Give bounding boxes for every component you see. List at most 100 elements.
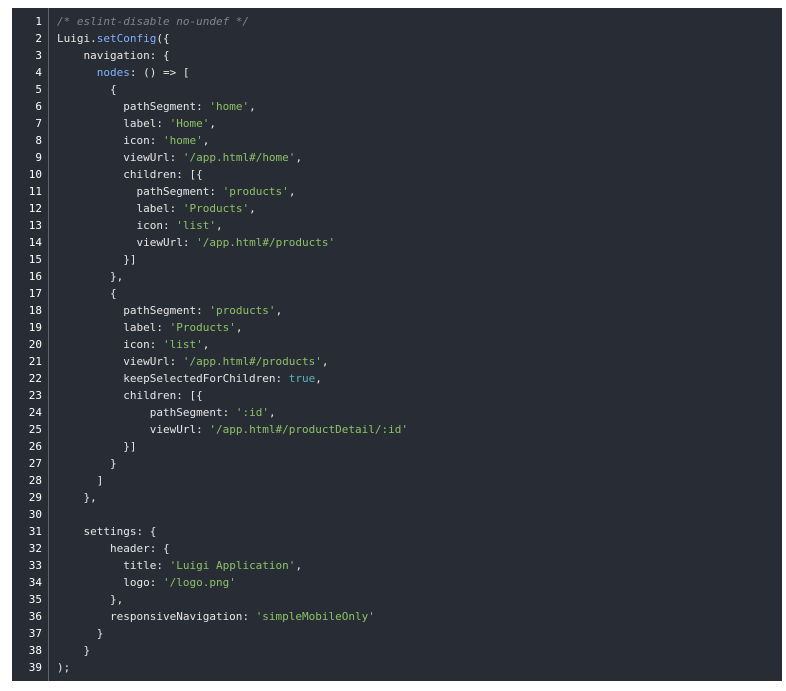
- code-line: viewUrl: '/app.html#/products': [57, 234, 772, 251]
- code-token: :: [149, 134, 163, 147]
- code-line: {: [57, 285, 772, 302]
- code-line: pathSegment: 'products',: [57, 302, 772, 319]
- code-token: :: [196, 304, 210, 317]
- code-token: true: [288, 372, 316, 385]
- code-line: }: [57, 455, 772, 472]
- code-line: },: [57, 268, 772, 285]
- code-token: : {: [136, 525, 157, 538]
- code-line: nodes: () => [: [57, 64, 772, 81]
- code-token: icon: [57, 219, 163, 232]
- code-line: Luigi.setConfig({: [57, 30, 772, 47]
- line-number-gutter: 1 2 3 4 5 6 7 8 9 10 11 12 13 14 15 16 17 18 19 20 21 22 23 24 2…: [12, 13, 48, 676]
- code-token: 'Luigi Application': [169, 559, 296, 572]
- line-number: 2: [35, 32, 42, 45]
- code-line: viewUrl: '/app.html#/productDetail/:id': [57, 421, 772, 438]
- code-token: ,: [249, 202, 256, 215]
- code-token: :: [182, 236, 197, 249]
- code-line: pathSegment: ':id',: [57, 404, 772, 421]
- line-number: 27: [28, 457, 42, 470]
- line-number: 17: [28, 287, 42, 300]
- line-number: 37: [28, 627, 42, 640]
- code-token: },: [57, 491, 97, 504]
- code-token: header: [57, 542, 150, 555]
- line-number: 34: [28, 576, 42, 589]
- line-number: 33: [28, 559, 42, 572]
- line-number: 6: [35, 100, 42, 113]
- code-token: ,: [202, 134, 210, 147]
- code-token: 'simpleMobileOnly': [255, 610, 375, 623]
- code-token: 'Products': [182, 202, 250, 215]
- code-token: }]: [57, 440, 137, 453]
- line-number: 31: [28, 525, 42, 538]
- code-token: }: [57, 627, 104, 640]
- code-token: icon: [57, 338, 150, 351]
- code-line: pathSegment: 'home',: [57, 98, 772, 115]
- code-line: /* eslint-disable no-undef */: [57, 13, 772, 30]
- code-token: ,: [288, 185, 296, 198]
- code-token: title: [57, 559, 157, 572]
- line-number: 24: [28, 406, 42, 419]
- code-token: : {: [149, 542, 170, 555]
- code-line: }: [57, 625, 772, 642]
- gutter-divider: [48, 8, 49, 681]
- code-editor[interactable]: 1 2 3 4 5 6 7 8 9 10 11 12 13 14 15 16 17 18 19 20 21 22 23 24 2…: [12, 8, 782, 681]
- line-number: 23: [28, 389, 42, 402]
- code-token: :: [162, 219, 177, 232]
- code-token: ,: [235, 321, 243, 334]
- code-line: viewUrl: '/app.html#/home',: [57, 149, 772, 166]
- code-token: label: [57, 202, 170, 215]
- code-token: :: [149, 576, 163, 589]
- line-number: 36: [28, 610, 42, 623]
- code-token: :: [196, 100, 210, 113]
- code-line: }: [57, 642, 772, 659]
- code-line: icon: 'home',: [57, 132, 772, 149]
- code-line: responsiveNavigation: 'simpleMobileOnly': [57, 608, 772, 625]
- code-token: ,: [295, 559, 303, 572]
- code-token: '/app.html#/products': [196, 236, 336, 249]
- code-token: {: [57, 83, 117, 96]
- line-number: 9: [35, 151, 42, 164]
- code-token: },: [57, 593, 124, 606]
- code-line: keepSelectedForChildren: true,: [57, 370, 772, 387]
- code-line: settings: {: [57, 523, 772, 540]
- code-line: );: [57, 659, 772, 676]
- code-line: {: [57, 81, 772, 98]
- line-number: 35: [28, 593, 42, 606]
- code-line: label: 'Products',: [57, 200, 772, 217]
- code-token: ,: [268, 406, 276, 419]
- code-token: setConfig: [96, 32, 157, 45]
- code-token: ,: [209, 117, 216, 130]
- code-line: ]: [57, 472, 772, 489]
- code-token: ,: [315, 372, 322, 385]
- code-token: .: [90, 32, 97, 45]
- code-token: viewUrl: [57, 236, 183, 249]
- code-line: label: 'Products',: [57, 319, 772, 336]
- code-token: 'products': [222, 185, 289, 198]
- code-token: :: [275, 372, 289, 385]
- code-line: title: 'Luigi Application',: [57, 557, 772, 574]
- code-token: ,: [249, 100, 256, 113]
- code-token: keepSelectedForChildren: [57, 372, 276, 385]
- code-token: 'list': [176, 219, 216, 232]
- code-token: : [{: [176, 389, 203, 402]
- code-token: '/app.html#/products': [182, 355, 322, 368]
- code-token: :: [169, 151, 183, 164]
- code-token: ':id': [235, 406, 269, 419]
- code-line: navigation: {: [57, 47, 772, 64]
- line-number: 18: [28, 304, 42, 317]
- code-token: :: [156, 559, 170, 572]
- code-token: responsiveNavigation: [57, 610, 243, 623]
- code-token: children: [57, 168, 177, 181]
- line-number: 29: [28, 491, 42, 504]
- code-token: :: [209, 185, 223, 198]
- code-line: },: [57, 489, 772, 506]
- code-token: ,: [275, 304, 283, 317]
- code-token: ]: [57, 474, 104, 487]
- line-number: 3: [35, 49, 42, 62]
- line-number: 20: [28, 338, 42, 351]
- code-area[interactable]: /* eslint-disable no-undef */ Luigi.setCo…: [57, 13, 772, 676]
- code-token: label: [57, 117, 157, 130]
- line-number: 30: [28, 508, 42, 521]
- code-token: :: [242, 610, 256, 623]
